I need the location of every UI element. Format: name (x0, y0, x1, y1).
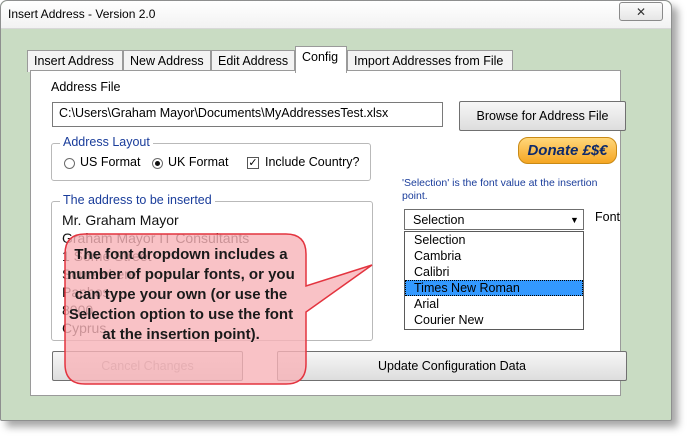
font-option-calibri[interactable]: Calibri (405, 264, 583, 280)
cancel-changes-button[interactable]: Cancel Changes (52, 351, 243, 381)
tab-new-address[interactable]: New Address (123, 50, 211, 72)
address-layout-title: Address Layout (60, 135, 153, 149)
address-preview-group: The address to be inserted Mr. Graham Ma… (51, 193, 373, 341)
address-line: Cyprus (62, 320, 107, 336)
us-format-label[interactable]: US Format (80, 155, 140, 169)
font-option-times-new-roman[interactable]: Times New Roman (405, 280, 583, 296)
font-label: Font (595, 210, 621, 224)
font-dropdown-list: Selection Cambria Calibri Times New Roma… (404, 231, 584, 330)
font-option-arial[interactable]: Arial (405, 296, 583, 312)
font-option-courier-new[interactable]: Courier New (405, 312, 583, 328)
include-country-label[interactable]: Include Country? (265, 155, 360, 169)
donate-button[interactable]: Donate £$€ (518, 137, 617, 164)
address-file-label: Address File (51, 80, 121, 94)
chevron-down-icon[interactable]: ▼ (567, 211, 582, 228)
tab-edit-address[interactable]: Edit Address (211, 50, 295, 72)
dialog-window: Insert Address - Version 2.0 ✕ Insert Ad… (0, 0, 672, 421)
tab-insert-address[interactable]: Insert Address (27, 50, 123, 72)
address-layout-group: Address Layout US Format UK Format ✓ Inc… (51, 135, 371, 181)
font-option-selection[interactable]: Selection (405, 232, 583, 248)
address-file-input[interactable]: C:\Users\Graham Mayor\Documents\MyAddres… (52, 102, 443, 127)
address-preview-title: The address to be inserted (60, 193, 215, 207)
address-line: Somewhere (62, 266, 137, 282)
font-combobox[interactable]: Selection ▼ (404, 209, 584, 230)
tab-config[interactable]: Config (295, 46, 347, 73)
font-combobox-value: Selection (413, 213, 465, 227)
close-icon: ✕ (635, 4, 647, 19)
tab-import-addresses[interactable]: Import Addresses from File (347, 50, 513, 72)
window-title: Insert Address - Version 2.0 (8, 7, 156, 21)
address-line: 1 Some Street (62, 248, 152, 264)
us-format-radio[interactable] (64, 158, 75, 169)
address-line: 8000 (62, 302, 94, 318)
uk-format-label[interactable]: UK Format (168, 155, 228, 169)
font-selection-note: 'Selection' is the font value at the ins… (402, 177, 598, 202)
font-option-cambria[interactable]: Cambria (405, 248, 583, 264)
close-button[interactable]: ✕ (619, 2, 663, 21)
config-panel: Address File C:\Users\Graham Mayor\Docum… (30, 70, 627, 396)
address-line: Graham Mayor IT Consultants (62, 230, 250, 246)
dialog-client-area: Insert Address New Address Edit Address … (9, 30, 663, 415)
include-country-checkbox[interactable]: ✓ (247, 157, 259, 169)
update-configuration-button[interactable]: Update Configuration Data (277, 351, 627, 381)
title-bar[interactable]: Insert Address - Version 2.0 ✕ (1, 1, 671, 29)
browse-address-file-button[interactable]: Browse for Address File (459, 101, 626, 131)
address-line: Mr. Graham Mayor (62, 212, 179, 228)
uk-format-radio[interactable] (152, 158, 163, 169)
address-line: Paphos (62, 284, 110, 300)
